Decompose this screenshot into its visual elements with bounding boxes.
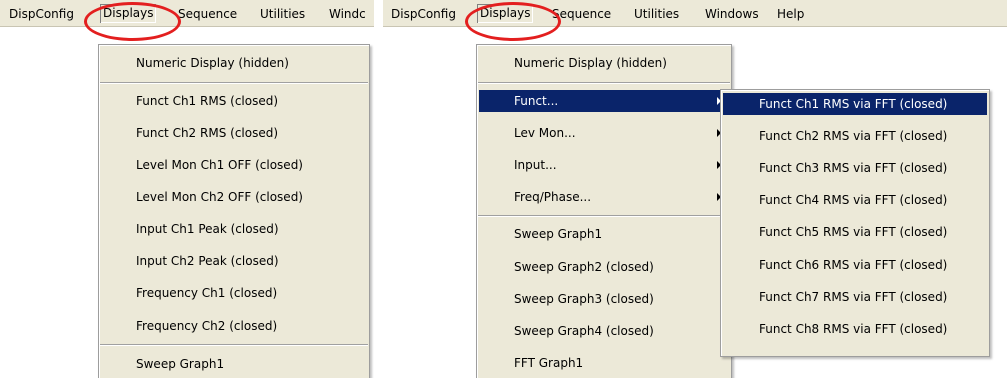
menu-windows[interactable]: Windows — [703, 0, 761, 26]
submenu-item-funct-ch1[interactable]: Funct Ch1 RMS via FFT (closed) — [723, 93, 987, 115]
submenu-item-funct-ch6[interactable]: Funct Ch6 RMS via FFT (closed) — [723, 254, 987, 276]
menu-sequence[interactable]: Sequence — [176, 0, 239, 26]
menu-item-lev-mon[interactable]: Lev Mon... — [479, 122, 729, 144]
menu-item-label: Numeric Display (hidden) — [514, 56, 667, 70]
submenu-item-funct-ch3[interactable]: Funct Ch3 RMS via FFT (closed) — [723, 157, 987, 179]
menu-item-label: Sweep Graph3 (closed) — [514, 292, 654, 306]
menu-item-level-mon-ch1[interactable]: Level Mon Ch1 OFF (closed) — [101, 154, 367, 176]
menu-item-label: Frequency Ch1 (closed) — [136, 286, 278, 300]
menu-item-label: Funct Ch2 RMS (closed) — [136, 126, 279, 140]
menu-item-label: Sweep Graph4 (closed) — [514, 324, 654, 338]
menu-item-label: Sweep Graph2 (closed) — [514, 260, 654, 274]
menu-item-label: Freq/Phase... — [514, 190, 592, 204]
menu-item-sweep-graph2[interactable]: Sweep Graph2 (closed) — [479, 256, 729, 278]
menu-item-label: Lev Mon... — [514, 126, 576, 140]
screenshot-left: DispConfig Displays Sequence Utilities W… — [0, 0, 374, 378]
menu-separator — [478, 82, 730, 84]
submenu-item-funct-ch2[interactable]: Funct Ch2 RMS via FFT (closed) — [723, 125, 987, 147]
menu-item-label: Level Mon Ch1 OFF (closed) — [136, 158, 303, 172]
menu-item-sweep-graph1[interactable]: Sweep Graph1 — [101, 353, 367, 375]
menu-item-fft-graph1[interactable]: FFT Graph1 — [479, 352, 729, 374]
displays-menu: Numeric Display (hidden) Funct Ch1 RMS (… — [98, 44, 370, 378]
submenu-item-funct-ch4[interactable]: Funct Ch4 RMS via FFT (closed) — [723, 189, 987, 211]
menu-item-label: Input... — [514, 158, 557, 172]
submenu-item-funct-ch5[interactable]: Funct Ch5 RMS via FFT (closed) — [723, 221, 987, 243]
funct-submenu: Funct Ch1 RMS via FFT (closed) Funct Ch2… — [720, 89, 990, 357]
menu-displays[interactable]: Displays — [477, 4, 533, 23]
menu-bar: DispConfig Displays Sequence Utilities W… — [383, 0, 1007, 27]
menu-item-freq-phase[interactable]: Freq/Phase... — [479, 186, 729, 208]
menu-item-label: Funct Ch2 RMS via FFT (closed) — [759, 129, 948, 143]
displays-menu: Numeric Display (hidden) Funct... Lev Mo… — [476, 44, 732, 378]
menu-item-funct-ch2[interactable]: Funct Ch2 RMS (closed) — [101, 122, 367, 144]
menu-item-sweep-graph3[interactable]: Sweep Graph3 (closed) — [479, 288, 729, 310]
menu-bar: DispConfig Displays Sequence Utilities W… — [0, 0, 374, 27]
menu-item-label: Funct Ch4 RMS via FFT (closed) — [759, 193, 948, 207]
menu-item-label: Funct Ch1 RMS via FFT (closed) — [759, 97, 948, 111]
menu-utilities[interactable]: Utilities — [632, 0, 681, 26]
menu-item-label: Funct Ch7 RMS via FFT (closed) — [759, 290, 948, 304]
menu-item-label: Funct Ch3 RMS via FFT (closed) — [759, 161, 948, 175]
menu-help[interactable]: Help — [775, 0, 806, 26]
menu-item-label: Sweep Graph1 — [514, 227, 603, 241]
menu-item-input-ch2[interactable]: Input Ch2 Peak (closed) — [101, 250, 367, 272]
menu-item-numeric-display[interactable]: Numeric Display (hidden) — [479, 52, 729, 74]
menu-item-funct[interactable]: Funct... — [479, 90, 729, 112]
menu-item-label: Funct Ch8 RMS via FFT (closed) — [759, 322, 948, 336]
menu-item-label: Input Ch2 Peak (closed) — [136, 254, 279, 268]
menu-item-input-ch1[interactable]: Input Ch1 Peak (closed) — [101, 218, 367, 240]
menu-item-frequency-ch1[interactable]: Frequency Ch1 (closed) — [101, 282, 367, 304]
menu-dispconfig[interactable]: DispConfig — [7, 0, 76, 26]
menu-windows[interactable]: Windc — [327, 0, 368, 26]
menu-item-label: Sweep Graph1 — [136, 357, 225, 371]
menu-item-sweep-graph1[interactable]: Sweep Graph1 — [479, 223, 729, 245]
menu-utilities[interactable]: Utilities — [258, 0, 307, 26]
menu-item-numeric-display[interactable]: Numeric Display (hidden) — [101, 52, 367, 74]
menu-item-frequency-ch2[interactable]: Frequency Ch2 (closed) — [101, 315, 367, 337]
menu-item-label: FFT Graph1 — [514, 356, 584, 370]
menu-item-label: Level Mon Ch2 OFF (closed) — [136, 190, 303, 204]
menu-item-funct-ch1[interactable]: Funct Ch1 RMS (closed) — [101, 90, 367, 112]
menu-displays[interactable]: Displays — [100, 4, 156, 23]
menu-item-label: Funct Ch6 RMS via FFT (closed) — [759, 258, 948, 272]
menu-dispconfig[interactable]: DispConfig — [389, 0, 458, 26]
menu-item-label: Funct... — [514, 94, 559, 108]
screenshot-right: DispConfig Displays Sequence Utilities W… — [383, 0, 1007, 378]
menu-item-label: Funct Ch1 RMS (closed) — [136, 94, 279, 108]
menu-separator — [100, 344, 368, 346]
menu-item-sweep-graph4[interactable]: Sweep Graph4 (closed) — [479, 320, 729, 342]
menu-separator — [478, 215, 730, 217]
submenu-item-funct-ch7[interactable]: Funct Ch7 RMS via FFT (closed) — [723, 286, 987, 308]
menu-separator — [100, 82, 368, 84]
menu-item-label: Input Ch1 Peak (closed) — [136, 222, 279, 236]
submenu-item-funct-ch8[interactable]: Funct Ch8 RMS via FFT (closed) — [723, 318, 987, 340]
menu-item-label: Numeric Display (hidden) — [136, 56, 289, 70]
menu-sequence[interactable]: Sequence — [550, 0, 613, 26]
menu-item-label: Frequency Ch2 (closed) — [136, 319, 278, 333]
menu-item-label: Funct Ch5 RMS via FFT (closed) — [759, 225, 948, 239]
menu-item-level-mon-ch2[interactable]: Level Mon Ch2 OFF (closed) — [101, 186, 367, 208]
menu-item-input[interactable]: Input... — [479, 154, 729, 176]
